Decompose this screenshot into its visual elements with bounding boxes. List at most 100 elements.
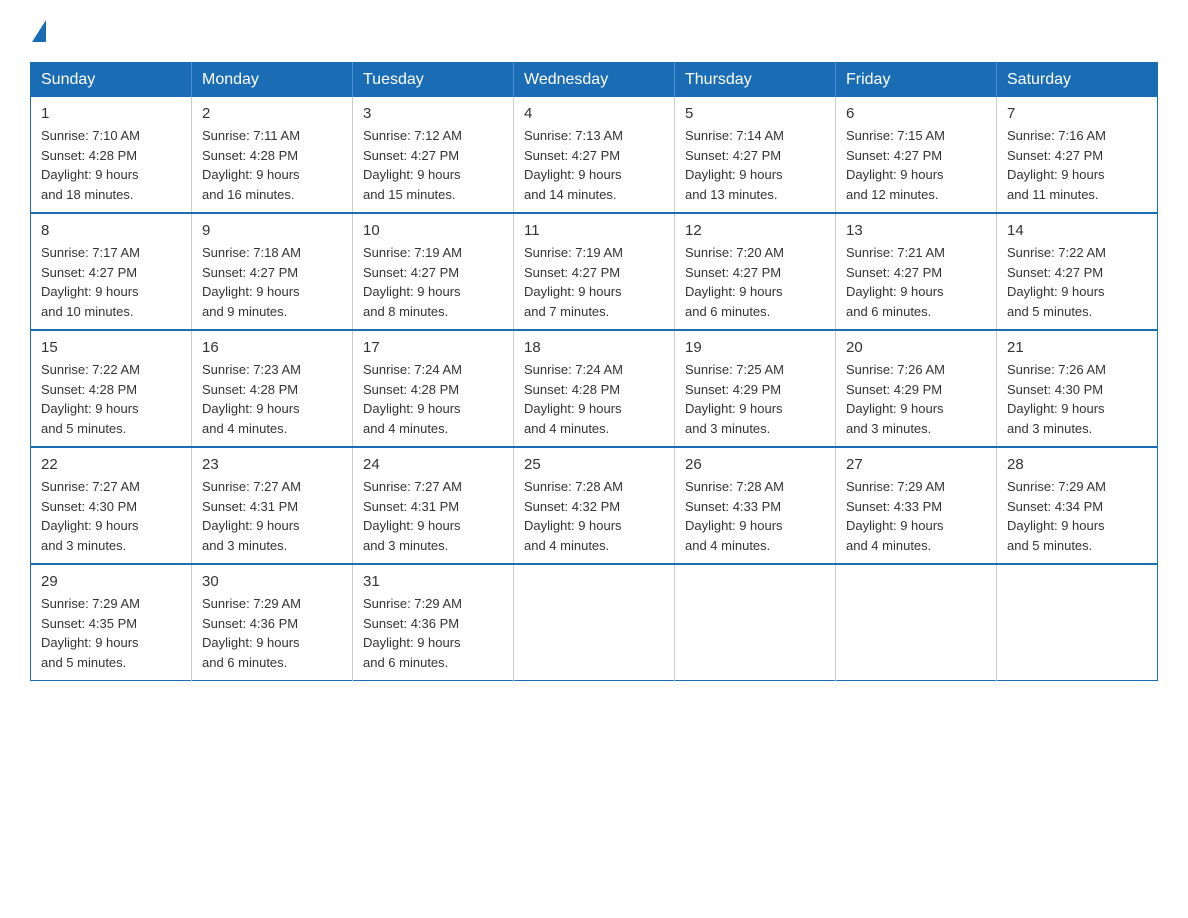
calendar-day-cell: 12Sunrise: 7:20 AMSunset: 4:27 PMDayligh… [675, 213, 836, 330]
calendar-day-cell: 30 Sunrise: 7:29 AMSunset: 4:36 PMDayligh… [192, 564, 353, 681]
day-info: Sunrise: 7:29 AMSunset: 4:34 PMDaylight:… [1007, 477, 1147, 555]
day-info: Sunrise: 7:19 AMSunset: 4:27 PMDaylight:… [363, 243, 503, 321]
calendar-week-row: 8 Sunrise: 7:17 AMSunset: 4:27 PMDaylight… [31, 213, 1158, 330]
page-header [30, 20, 1158, 42]
day-info: Sunrise: 7:29 AMSunset: 4:35 PMDaylight:… [41, 594, 181, 672]
day-of-week-header: Thursday [675, 63, 836, 98]
logo [30, 20, 48, 42]
day-of-week-header: Sunday [31, 63, 192, 98]
calendar-week-row: 1 Sunrise: 7:10 AMSunset: 4:28 PMDaylight… [31, 97, 1158, 213]
day-info: Sunrise: 7:13 AMSunset: 4:27 PMDaylight:… [524, 126, 664, 204]
day-number: 16 [202, 339, 342, 356]
day-of-week-header: Tuesday [353, 63, 514, 98]
day-number: 3 [363, 105, 503, 122]
calendar-week-row: 22Sunrise: 7:27 AMSunset: 4:30 PMDayligh… [31, 447, 1158, 564]
day-info: Sunrise: 7:24 AMSunset: 4:28 PMDaylight:… [363, 360, 503, 438]
calendar-day-cell: 19 Sunrise: 7:25 AMSunset: 4:29 PMDayligh… [675, 330, 836, 447]
calendar-day-cell: 14 Sunrise: 7:22 AMSunset: 4:27 PMDayligh… [997, 213, 1158, 330]
day-number: 5 [685, 105, 825, 122]
calendar-day-cell: 18 Sunrise: 7:24 AMSunset: 4:28 PMDayligh… [514, 330, 675, 447]
calendar-week-row: 15Sunrise: 7:22 AMSunset: 4:28 PMDayligh… [31, 330, 1158, 447]
day-info: Sunrise: 7:14 AMSunset: 4:27 PMDaylight:… [685, 126, 825, 204]
calendar-day-cell [675, 564, 836, 681]
day-info: Sunrise: 7:26 AMSunset: 4:29 PMDaylight:… [846, 360, 986, 438]
calendar-day-cell [836, 564, 997, 681]
day-info: Sunrise: 7:20 AMSunset: 4:27 PMDaylight:… [685, 243, 825, 321]
calendar-day-cell: 29 Sunrise: 7:29 AMSunset: 4:35 PMDayligh… [31, 564, 192, 681]
day-of-week-header: Wednesday [514, 63, 675, 98]
day-number: 29 [41, 573, 181, 590]
day-info: Sunrise: 7:27 AMSunset: 4:31 PMDaylight:… [363, 477, 503, 555]
day-number: 22 [41, 456, 181, 473]
day-info: Sunrise: 7:16 AMSunset: 4:27 PMDaylight:… [1007, 126, 1147, 204]
day-number: 25 [524, 456, 664, 473]
day-info: Sunrise: 7:26 AMSunset: 4:30 PMDaylight:… [1007, 360, 1147, 438]
calendar-day-cell: 27 Sunrise: 7:29 AMSunset: 4:33 PMDayligh… [836, 447, 997, 564]
calendar-week-row: 29 Sunrise: 7:29 AMSunset: 4:35 PMDayligh… [31, 564, 1158, 681]
day-number: 30 [202, 573, 342, 590]
day-number: 31 [363, 573, 503, 590]
calendar-day-cell: 1 Sunrise: 7:10 AMSunset: 4:28 PMDaylight… [31, 97, 192, 213]
day-number: 17 [363, 339, 503, 356]
calendar-day-cell: 13 Sunrise: 7:21 AMSunset: 4:27 PMDayligh… [836, 213, 997, 330]
day-number: 20 [846, 339, 986, 356]
calendar-day-cell: 24 Sunrise: 7:27 AMSunset: 4:31 PMDayligh… [353, 447, 514, 564]
day-info: Sunrise: 7:21 AMSunset: 4:27 PMDaylight:… [846, 243, 986, 321]
day-info: Sunrise: 7:11 AMSunset: 4:28 PMDaylight:… [202, 126, 342, 204]
calendar-day-cell [514, 564, 675, 681]
calendar-day-cell: 16Sunrise: 7:23 AMSunset: 4:28 PMDayligh… [192, 330, 353, 447]
day-number: 14 [1007, 222, 1147, 239]
calendar-day-cell: 6 Sunrise: 7:15 AMSunset: 4:27 PMDaylight… [836, 97, 997, 213]
day-number: 21 [1007, 339, 1147, 356]
day-info: Sunrise: 7:29 AMSunset: 4:33 PMDaylight:… [846, 477, 986, 555]
day-info: Sunrise: 7:28 AMSunset: 4:32 PMDaylight:… [524, 477, 664, 555]
calendar-day-cell: 5 Sunrise: 7:14 AMSunset: 4:27 PMDaylight… [675, 97, 836, 213]
calendar-day-cell: 20 Sunrise: 7:26 AMSunset: 4:29 PMDayligh… [836, 330, 997, 447]
day-number: 1 [41, 105, 181, 122]
day-number: 10 [363, 222, 503, 239]
day-number: 18 [524, 339, 664, 356]
day-number: 4 [524, 105, 664, 122]
day-number: 6 [846, 105, 986, 122]
day-number: 23 [202, 456, 342, 473]
day-info: Sunrise: 7:19 AMSunset: 4:27 PMDaylight:… [524, 243, 664, 321]
day-number: 2 [202, 105, 342, 122]
day-number: 8 [41, 222, 181, 239]
calendar-day-cell: 23Sunrise: 7:27 AMSunset: 4:31 PMDayligh… [192, 447, 353, 564]
day-info: Sunrise: 7:28 AMSunset: 4:33 PMDaylight:… [685, 477, 825, 555]
calendar-day-cell: 11 Sunrise: 7:19 AMSunset: 4:27 PMDayligh… [514, 213, 675, 330]
day-of-week-header: Monday [192, 63, 353, 98]
day-info: Sunrise: 7:22 AMSunset: 4:28 PMDaylight:… [41, 360, 181, 438]
day-number: 9 [202, 222, 342, 239]
calendar-day-cell: 2 Sunrise: 7:11 AMSunset: 4:28 PMDaylight… [192, 97, 353, 213]
day-info: Sunrise: 7:24 AMSunset: 4:28 PMDaylight:… [524, 360, 664, 438]
calendar-day-cell: 21 Sunrise: 7:26 AMSunset: 4:30 PMDayligh… [997, 330, 1158, 447]
day-info: Sunrise: 7:29 AMSunset: 4:36 PMDaylight:… [202, 594, 342, 672]
day-of-week-header: Saturday [997, 63, 1158, 98]
day-number: 27 [846, 456, 986, 473]
day-number: 28 [1007, 456, 1147, 473]
calendar-header-row: SundayMondayTuesdayWednesdayThursdayFrid… [31, 63, 1158, 98]
day-info: Sunrise: 7:22 AMSunset: 4:27 PMDaylight:… [1007, 243, 1147, 321]
calendar-day-cell: 31Sunrise: 7:29 AMSunset: 4:36 PMDayligh… [353, 564, 514, 681]
logo-triangle-icon [32, 20, 46, 42]
day-of-week-header: Friday [836, 63, 997, 98]
day-number: 7 [1007, 105, 1147, 122]
day-number: 26 [685, 456, 825, 473]
day-info: Sunrise: 7:15 AMSunset: 4:27 PMDaylight:… [846, 126, 986, 204]
day-info: Sunrise: 7:17 AMSunset: 4:27 PMDaylight:… [41, 243, 181, 321]
day-number: 11 [524, 222, 664, 239]
day-info: Sunrise: 7:25 AMSunset: 4:29 PMDaylight:… [685, 360, 825, 438]
day-number: 24 [363, 456, 503, 473]
calendar-day-cell: 9Sunrise: 7:18 AMSunset: 4:27 PMDaylight… [192, 213, 353, 330]
day-number: 13 [846, 222, 986, 239]
calendar-day-cell: 17 Sunrise: 7:24 AMSunset: 4:28 PMDayligh… [353, 330, 514, 447]
calendar-day-cell [997, 564, 1158, 681]
calendar-day-cell: 4 Sunrise: 7:13 AMSunset: 4:27 PMDaylight… [514, 97, 675, 213]
day-info: Sunrise: 7:12 AMSunset: 4:27 PMDaylight:… [363, 126, 503, 204]
calendar-day-cell: 8 Sunrise: 7:17 AMSunset: 4:27 PMDaylight… [31, 213, 192, 330]
day-number: 19 [685, 339, 825, 356]
calendar-table: SundayMondayTuesdayWednesdayThursdayFrid… [30, 62, 1158, 681]
calendar-day-cell: 3 Sunrise: 7:12 AMSunset: 4:27 PMDaylight… [353, 97, 514, 213]
day-info: Sunrise: 7:10 AMSunset: 4:28 PMDaylight:… [41, 126, 181, 204]
